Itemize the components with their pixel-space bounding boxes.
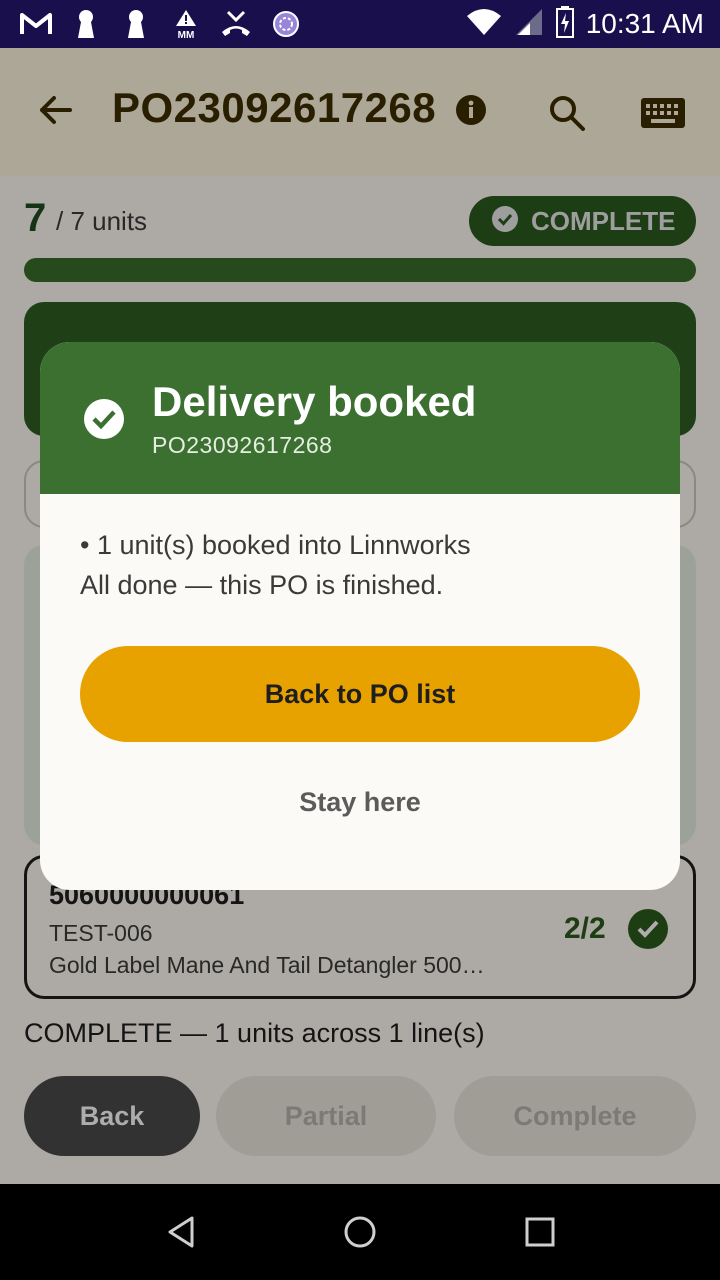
back-to-po-list-button[interactable]: Back to PO list xyxy=(80,646,640,742)
dialog-message-line: All done — this PO is finished. xyxy=(80,570,444,600)
keyhole-icon xyxy=(70,9,102,39)
mm-warning-icon: MM xyxy=(170,9,202,39)
system-indicators: 10:31 AM xyxy=(466,5,704,43)
missed-call-icon xyxy=(220,9,252,39)
dialog-message-line: • 1 unit(s) booked into Linnworks xyxy=(80,530,471,560)
status-bar: MM 10:31 AM xyxy=(0,0,720,48)
nav-home-icon[interactable] xyxy=(342,1214,378,1250)
gmail-icon xyxy=(20,9,52,39)
nav-back-icon[interactable] xyxy=(164,1214,200,1250)
nav-recents-icon[interactable] xyxy=(522,1214,558,1250)
navigation-bar xyxy=(0,1184,720,1280)
delivery-booked-dialog: Delivery booked PO23092617268 • 1 unit(s… xyxy=(40,342,680,890)
battery-charging-icon xyxy=(555,5,574,43)
dialog-subtitle: PO23092617268 xyxy=(152,432,333,458)
dialog-header: Delivery booked PO23092617268 xyxy=(40,342,680,494)
mm-label: MM xyxy=(178,30,195,39)
wifi-icon xyxy=(466,8,502,41)
signal-icon xyxy=(514,7,544,42)
clock: 10:31 AM xyxy=(585,8,704,39)
keyhole-icon xyxy=(120,9,152,39)
notification-icons: MM xyxy=(20,8,302,40)
check-circle-icon xyxy=(82,397,126,441)
stay-here-button[interactable]: Stay here xyxy=(260,772,460,832)
sync-circle-icon xyxy=(270,9,302,39)
dialog-title: Delivery booked xyxy=(152,378,477,425)
